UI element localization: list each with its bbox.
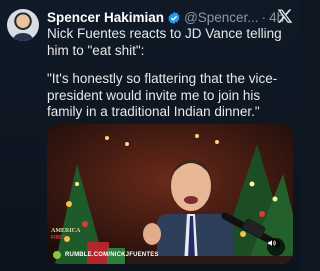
verified-badge-icon [168, 11, 180, 24]
tweet-header: Spencer Hakimian @Spencer... · 4h [47, 9, 284, 26]
channel-logo-bottom: FIRST [51, 235, 66, 241]
tweet-text: Nick Fuentes reacts to JD Vance telling … [47, 26, 295, 121]
video-watermark: RUMBLE.COM/NICKJFUENTES [53, 251, 159, 259]
tweet-text-line-1: Nick Fuentes reacts to JD Vance telling … [47, 26, 282, 58]
separator-dot: · [261, 10, 267, 25]
speaker-glyph [268, 240, 276, 246]
tweet-card[interactable]: Spencer Hakimian @Spencer... · 4h Nick F… [0, 0, 300, 271]
author-handle[interactable]: @Spencer... [184, 9, 259, 26]
x-logo-icon[interactable] [277, 8, 293, 24]
video-player[interactable]: AMERICA FIRST RUMBLE.COM/NICKJFUENTES [47, 124, 293, 264]
avatar[interactable] [7, 9, 39, 41]
author-name[interactable]: Spencer Hakimian [47, 9, 164, 26]
tweet-text-line-2: "It's honestly so flattering that the vi… [47, 71, 278, 119]
watermark-text: RUMBLE.COM/NICKJFUENTES [65, 252, 159, 258]
speaker-icon[interactable] [267, 238, 285, 256]
rumble-icon [53, 251, 61, 259]
channel-logo-top: AMERICA [51, 228, 81, 234]
video-frame [47, 124, 293, 264]
channel-logo: AMERICA FIRST [51, 228, 80, 242]
